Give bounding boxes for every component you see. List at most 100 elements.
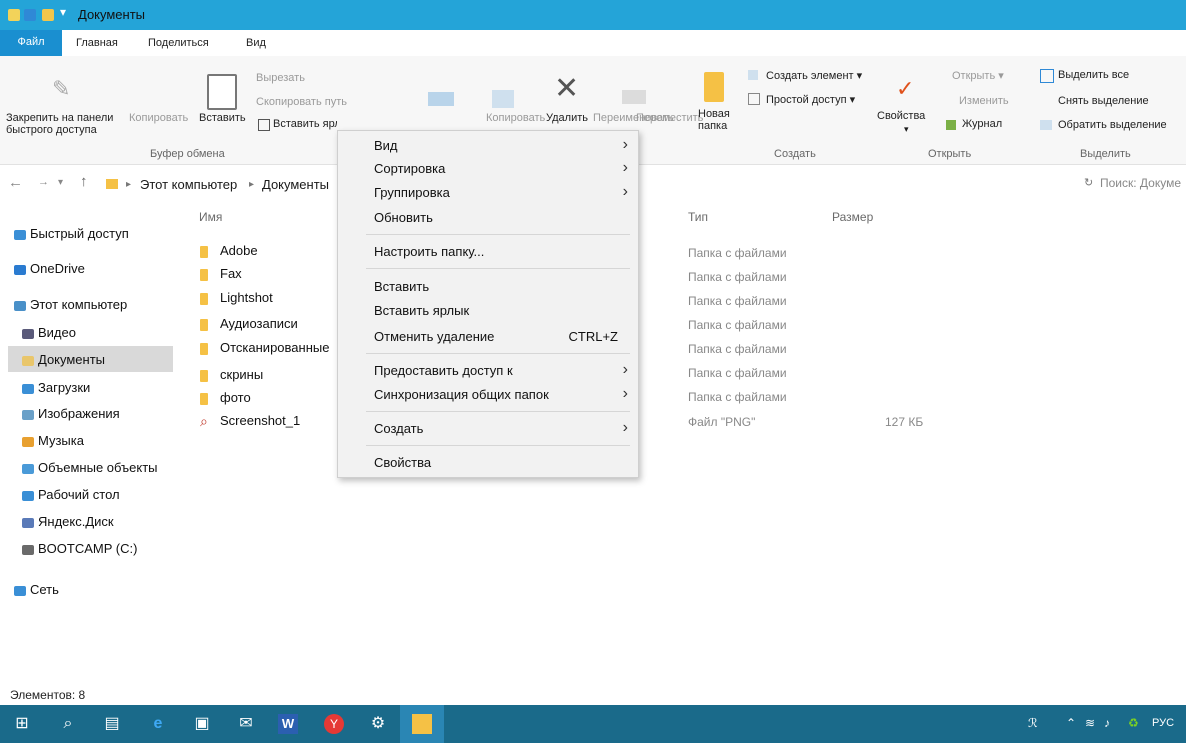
settings-gear-icon[interactable]: ⚙ (368, 714, 388, 734)
list-item[interactable]: фото (200, 390, 251, 405)
sidebar-label: Документы (38, 352, 106, 367)
list-item[interactable]: Аудиозаписи (200, 316, 298, 331)
menu-item-refresh[interactable]: Обновить (338, 207, 638, 229)
sidebar-item-pictures[interactable]: Изображения (22, 406, 120, 421)
people-icon[interactable]: ℛ (1028, 716, 1038, 730)
refresh-icon[interactable]: ↻ (1084, 176, 1093, 189)
copy-to-icon (492, 90, 514, 108)
sidebar-item-this-pc[interactable]: Этот компьютер (14, 297, 127, 312)
back-arrow-icon[interactable]: ← (8, 174, 23, 191)
recent-dropdown-icon[interactable]: ▾ (58, 177, 63, 188)
column-header-size[interactable]: Размер (832, 210, 873, 224)
edge-browser-icon[interactable]: e (148, 714, 168, 734)
menu-item-properties[interactable]: Свойства (338, 452, 638, 474)
new-folder-button[interactable]: Новая папка (698, 108, 730, 132)
menu-item-view[interactable]: Вид › (338, 135, 638, 157)
list-item[interactable]: ⌕ Screenshot_1 (200, 413, 300, 429)
sidebar-item-desktop[interactable]: Рабочий стол (22, 487, 120, 502)
paste-button[interactable]: Вставить (199, 112, 246, 124)
file-name: Fax (220, 266, 242, 281)
open-button[interactable]: Открыть ▾ (952, 69, 1004, 82)
new-item-label: Создать элемент (766, 70, 854, 82)
pin-quick-access-button[interactable]: Закрепить на панели быстрого доступа (6, 112, 113, 136)
menu-item-paste[interactable]: Вставить (338, 276, 638, 298)
tab-view[interactable]: Вид (246, 37, 266, 49)
volume-icon[interactable]: ♪ (1104, 716, 1110, 730)
properties-button[interactable]: Свойства (877, 110, 925, 122)
list-item[interactable]: скрины (200, 367, 263, 382)
search-icon[interactable]: ⌕ (58, 714, 78, 734)
sidebar-item-3d-objects[interactable]: Объемные объекты (22, 460, 158, 475)
mail-icon[interactable]: ✉ (236, 714, 256, 734)
file-explorer-icon[interactable] (412, 714, 432, 734)
list-item[interactable]: Adobe (200, 243, 258, 258)
sidebar-item-quick-access[interactable]: Быстрый доступ (14, 226, 129, 241)
list-item[interactable]: Fax (200, 266, 242, 281)
sidebar-item-video[interactable]: Видео (22, 325, 76, 340)
file-type: Папка с файлами (688, 270, 787, 284)
menu-item-share-with[interactable]: Предоставить доступ к › (338, 360, 638, 382)
copy-path-button[interactable]: Скопировать путь (256, 96, 347, 108)
list-item[interactable]: Отсканированные (200, 340, 329, 355)
rename-button[interactable]: Переименовать (593, 112, 674, 124)
menu-label: Вид (374, 138, 398, 153)
properties-quick-icon[interactable] (24, 9, 36, 21)
menu-label: Сортировка (374, 161, 446, 176)
tab-file[interactable]: Файл (0, 30, 62, 56)
word-icon[interactable]: W (278, 714, 298, 734)
invert-selection-button[interactable]: Обратить выделение (1058, 119, 1167, 131)
select-all-button[interactable]: Выделить все (1058, 69, 1129, 81)
menu-item-sort[interactable]: Сортировка › (338, 158, 638, 180)
menu-item-customize-folder[interactable]: Настроить папку... (338, 241, 638, 263)
show-hidden-icons-chevron-icon[interactable]: ⌃ (1066, 716, 1076, 730)
app-icon (8, 9, 20, 21)
easy-access-button[interactable]: Простой доступ ▾ (766, 93, 855, 106)
quick-access-dropdown-icon[interactable]: ▾ (60, 5, 66, 19)
breadcrumb-documents[interactable]: Документы (262, 177, 329, 192)
task-view-icon[interactable]: ▤ (102, 714, 122, 734)
tab-home[interactable]: Главная (76, 37, 118, 49)
menu-label: Отменить удаление (374, 329, 495, 344)
taskbar: ⊞ ⌕ ▤ e ▣ ✉ W Y ⚙ ℛ ⌃ ≋ ♪ ♻ РУС (0, 705, 1186, 743)
list-item[interactable]: Lightshot (200, 290, 273, 305)
search-input[interactable]: Поиск: Докуме (1100, 176, 1186, 190)
menu-item-undo-delete[interactable]: Отменить удаление CTRL+Z (338, 326, 638, 348)
new-item-button[interactable]: Создать элемент ▾ (766, 69, 862, 82)
properties-dropdown-icon[interactable]: ▾ (904, 124, 909, 135)
sidebar-item-yandex-disk[interactable]: Яндекс.Диск (22, 514, 114, 529)
cut-button[interactable]: Вырезать (256, 72, 305, 84)
column-header-name[interactable]: Имя (199, 210, 222, 224)
menu-item-paste-shortcut[interactable]: Вставить ярлык (338, 300, 638, 322)
store-icon[interactable]: ▣ (192, 714, 212, 734)
copy-button[interactable]: Копировать (129, 112, 188, 124)
yandex-browser-icon[interactable]: Y (324, 714, 344, 734)
sidebar-item-bootcamp[interactable]: BOOTCAMP (C:) (22, 541, 137, 556)
edit-button[interactable]: Изменить (959, 95, 1009, 107)
sidebar-item-music[interactable]: Музыка (22, 433, 84, 448)
select-none-button[interactable]: Снять выделение (1058, 95, 1149, 107)
cube-icon (22, 463, 34, 474)
tab-share[interactable]: Поделиться (148, 37, 209, 49)
breadcrumb-this-pc[interactable]: Этот компьютер (140, 177, 237, 192)
sidebar-item-documents[interactable]: Документы (22, 352, 105, 367)
new-folder-quick-icon[interactable] (42, 9, 54, 21)
column-header-type[interactable]: Тип (688, 210, 708, 224)
paste-icon (207, 74, 237, 110)
forward-arrow-icon[interactable]: → (38, 176, 49, 188)
language-indicator[interactable]: РУС (1152, 717, 1174, 729)
history-button[interactable]: Журнал (962, 118, 1002, 130)
sidebar-item-network[interactable]: Сеть (14, 582, 59, 597)
copy-to-button[interactable]: Копировать (486, 112, 545, 124)
start-windows-icon[interactable]: ⊞ (12, 714, 32, 734)
sidebar-item-onedrive[interactable]: OneDrive (14, 261, 85, 276)
sidebar-item-downloads[interactable]: Загрузки (22, 380, 90, 395)
up-arrow-icon[interactable]: ↑ (80, 173, 88, 190)
menu-item-sync-shared-folders[interactable]: Синхронизация общих папок › (338, 384, 638, 406)
menu-item-create[interactable]: Создать › (338, 418, 638, 440)
pin-label-1: Закрепить на панели (6, 112, 114, 124)
sync-tray-icon[interactable]: ♻ (1128, 716, 1139, 730)
menu-item-group[interactable]: Группировка › (338, 182, 638, 204)
paste-shortcut-button[interactable]: Вставить ярлык (273, 118, 337, 130)
wifi-icon[interactable]: ≋ (1085, 716, 1095, 730)
delete-button[interactable]: Удалить (546, 112, 588, 124)
